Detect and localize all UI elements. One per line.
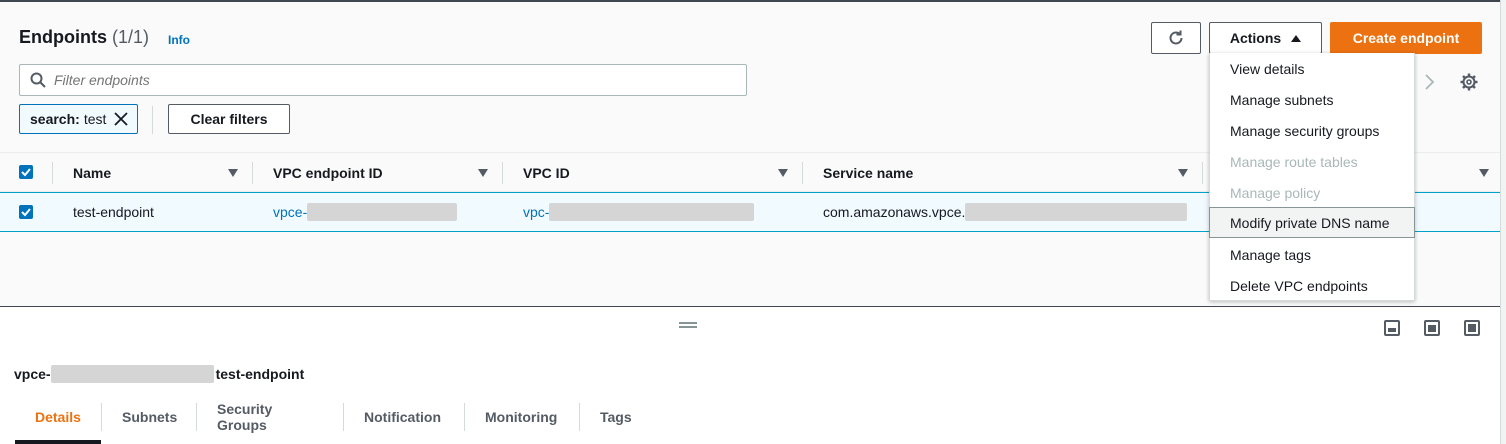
redacted-block bbox=[549, 203, 755, 221]
sort-icon[interactable] bbox=[1479, 169, 1489, 177]
menu-item-manage-subnets[interactable]: Manage subnets bbox=[1210, 84, 1416, 115]
column-header-label: VPC endpoint ID bbox=[273, 165, 383, 181]
cell-vpc-id[interactable]: vpc- bbox=[523, 193, 755, 231]
column-separator bbox=[252, 162, 253, 184]
page-title-text: Endpoints bbox=[19, 27, 107, 47]
column-separator bbox=[1202, 162, 1203, 184]
filter-token-key: search: bbox=[30, 111, 80, 127]
menu-item-modify-private-dns-name[interactable]: Modify private DNS name bbox=[1209, 207, 1415, 238]
clear-filters-button[interactable]: Clear filters bbox=[168, 104, 290, 134]
select-all-checkbox[interactable] bbox=[19, 165, 33, 179]
column-header-label: Name bbox=[73, 165, 112, 181]
caret-up-icon bbox=[1291, 34, 1302, 42]
tab-details[interactable]: Details bbox=[35, 400, 81, 434]
actions-button-label: Actions bbox=[1229, 30, 1282, 46]
actions-menu: View details Manage subnets Manage secur… bbox=[1209, 53, 1415, 301]
cell-service-name: com.amazonaws.vpce. bbox=[823, 193, 1188, 231]
refresh-button[interactable] bbox=[1151, 22, 1201, 54]
endpoint-id-text: vpce- bbox=[273, 204, 308, 220]
service-name-text: com.amazonaws.vpce. bbox=[823, 204, 966, 220]
menu-item-manage-route-tables: Manage route tables bbox=[1230, 153, 1358, 170]
column-header-vpc-id[interactable]: VPC ID bbox=[523, 153, 803, 193]
tab-subnets[interactable]: Subnets bbox=[122, 400, 177, 434]
drag-handle-icon[interactable] bbox=[679, 322, 697, 328]
menu-item-delete-vpc-endpoints[interactable]: Delete VPC endpoints bbox=[1210, 270, 1416, 301]
column-separator bbox=[52, 162, 53, 184]
menu-item-manage-security-groups[interactable]: Manage security groups bbox=[1210, 115, 1416, 146]
menu-item-manage-policy: Manage policy bbox=[1230, 184, 1321, 201]
menu-item-view-details[interactable]: View details bbox=[1210, 53, 1416, 84]
tab-separator bbox=[464, 403, 465, 431]
redacted-block bbox=[50, 365, 214, 383]
close-icon[interactable] bbox=[113, 111, 129, 127]
filter-token: search: test bbox=[19, 104, 138, 134]
checkbox-icon bbox=[21, 208, 31, 217]
tab-monitoring[interactable]: Monitoring bbox=[485, 400, 557, 434]
tab-notification[interactable]: Notification bbox=[364, 400, 441, 434]
tab-tags[interactable]: Tags bbox=[600, 400, 632, 434]
actions-button[interactable]: Actions bbox=[1209, 22, 1322, 54]
info-link[interactable]: Info bbox=[168, 33, 190, 47]
column-separator bbox=[502, 162, 503, 184]
sort-icon[interactable] bbox=[778, 169, 788, 177]
tab-security-groups[interactable]: Security Groups bbox=[217, 400, 272, 434]
column-header-label: Service name bbox=[823, 165, 914, 181]
sort-icon[interactable] bbox=[478, 169, 488, 177]
selection-count: (1/1) bbox=[112, 27, 150, 47]
search-icon bbox=[30, 72, 46, 88]
search-input[interactable] bbox=[54, 72, 734, 88]
pane-full-icon[interactable] bbox=[1464, 320, 1480, 336]
page-title: Endpoints (1/1) bbox=[19, 27, 149, 48]
sort-icon[interactable] bbox=[228, 169, 238, 177]
pane-side-icon[interactable] bbox=[1424, 320, 1440, 336]
split-divider bbox=[0, 306, 1500, 307]
tab-separator bbox=[579, 403, 580, 431]
filter-divider bbox=[152, 106, 153, 134]
window-scrollbar[interactable] bbox=[1500, 0, 1506, 444]
pane-bottom-icon[interactable] bbox=[1384, 320, 1400, 336]
vpc-id-text: vpc- bbox=[523, 204, 550, 220]
column-header-endpoint-id[interactable]: VPC endpoint ID bbox=[273, 153, 503, 193]
cell-endpoint-id[interactable]: vpce- bbox=[273, 193, 458, 231]
sort-icon[interactable] bbox=[1178, 169, 1188, 177]
column-header-label: VPC ID bbox=[523, 165, 570, 181]
column-header-name[interactable]: Name bbox=[73, 153, 253, 193]
column-header-service-name[interactable]: Service name bbox=[823, 153, 1203, 193]
checkbox-icon bbox=[21, 168, 31, 177]
tab-separator bbox=[101, 403, 102, 431]
tab-separator bbox=[196, 403, 197, 431]
column-separator bbox=[802, 162, 803, 184]
cell-name: test-endpoint bbox=[73, 204, 154, 220]
tab-separator bbox=[343, 403, 344, 431]
menu-item-manage-tags[interactable]: Manage tags bbox=[1210, 239, 1416, 270]
detail-title: vpce- test-endpoint bbox=[14, 365, 304, 383]
active-tab-indicator bbox=[15, 440, 101, 444]
redacted-block bbox=[307, 203, 458, 221]
create-endpoint-button[interactable]: Create endpoint bbox=[1330, 22, 1482, 54]
filter-token-value: test bbox=[83, 111, 107, 127]
row-checkbox[interactable] bbox=[19, 205, 33, 219]
refresh-icon bbox=[1169, 30, 1183, 45]
chevron-right-icon[interactable] bbox=[1422, 72, 1436, 92]
detail-endpoint-name: test-endpoint bbox=[215, 366, 305, 382]
detail-id-prefix: vpce- bbox=[14, 366, 51, 382]
redacted-block bbox=[965, 203, 1188, 221]
gear-icon[interactable] bbox=[1460, 73, 1478, 91]
search-box[interactable] bbox=[19, 64, 747, 96]
